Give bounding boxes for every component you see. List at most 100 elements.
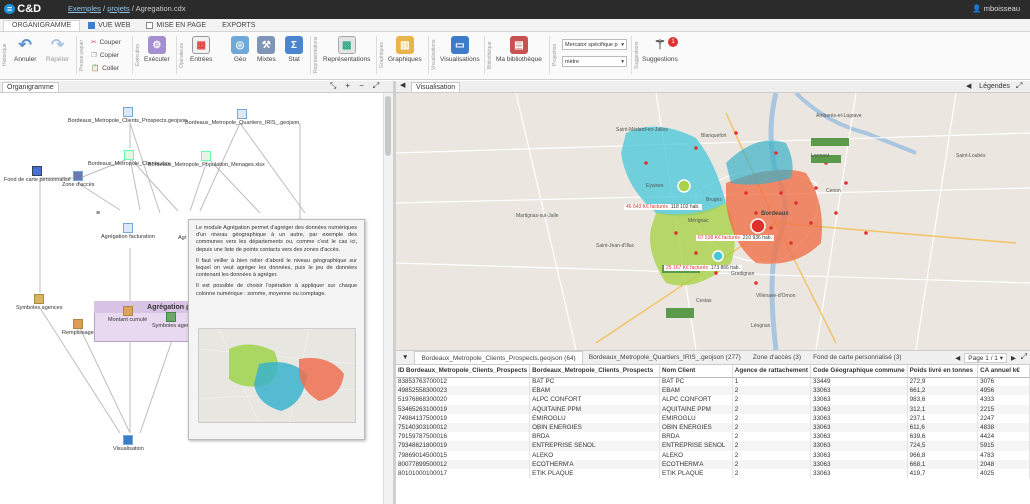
column-header[interactable]: CA annuel k€ [977,365,1030,378]
mise-en-page-checkbox[interactable] [146,22,154,29]
symbols-icon [34,294,45,304]
group-label-graphiques: Graphiques [379,42,385,68]
app-logo[interactable]: ≡ C&D [4,2,41,16]
column-header[interactable]: ID Bordeaux_Metropole_Clients_Prospects [396,365,531,378]
group-label-projection: Projection [552,43,558,67]
table-row[interactable]: 51976868300020 ALPC CONFORT ALPC CONFORT 2 3… [396,395,1030,405]
stat-button[interactable]: Σ Stat [285,36,303,63]
node-iris[interactable]: Bordeaux_Metropole_Quartiers_IRIS_.geojs… [185,109,299,126]
node-population[interactable]: Bordeaux_Metropole_Population_Menages.xl… [148,151,265,168]
representations-button[interactable]: ▩ Représentations [323,36,370,63]
legend-toggle[interactable]: ◀ Légendes [966,82,1010,90]
node-fond[interactable]: Fond de carte personnalisé [4,166,71,183]
table-row[interactable]: 79869014500015 ALEKO ALEKO 2 33063 966,8 4783 [396,450,1030,460]
table-row[interactable]: 80077899500012 ECOTHERM'A ECOTHERM'A 2 33063… [396,459,1030,469]
tab-fond-carte[interactable]: Fond de carte personnalisé (3) [807,351,908,364]
place-label: Mérignac [688,218,709,224]
node-remplissage[interactable]: Remplissage [62,319,94,336]
table-row[interactable]: 79348621800019 ENTREPRISE SENOL ENTREPRISE… [396,441,1030,451]
visualisation-tab[interactable]: Visualisation [411,82,461,92]
repeter-button[interactable]: ↷ Répéter [46,36,69,63]
map-view[interactable]: 46 543 K€ facturés 118 102 hab. 67 538 K… [396,93,1030,350]
table-cell: 80077899500012 [396,459,531,469]
node-zone[interactable]: Zone d'accès [62,171,95,188]
tab-organigramme[interactable]: ORGANIGRAMME [3,20,81,31]
fit-view-icon[interactable]: ⤡ [330,81,336,91]
page-select[interactable]: Page 1 / 1 ▾ [964,353,1007,363]
node-montant[interactable]: Montant cumulé [108,306,147,323]
coller-button[interactable]: 📋 Coller [91,64,119,73]
tab-mise-en-page[interactable]: MISE EN PAGE [138,21,214,31]
tab-prospects[interactable]: Bordeaux_Metropole_Clients_Prospects.geo… [414,351,583,364]
table-header-row: ID Bordeaux_Metropole_Clients_Prospects B… [396,365,1030,378]
tab-zone-acces[interactable]: Zone d'accès (3) [747,351,807,364]
fill-icon [72,319,83,329]
copier-button[interactable]: ❐ Copier [91,51,119,60]
vue-web-checkbox[interactable] [88,22,96,29]
table-cell: 237,1 [907,413,979,423]
expand-icon[interactable]: ⤢ [1021,352,1027,362]
couper-button[interactable]: ✂ Couper [91,38,121,47]
visualisations-button[interactable]: ▭ Visualisations [440,36,480,63]
table-row[interactable]: 75140303100012 OBIN ENERGIES OBIN ENERGIES… [396,422,1030,433]
geo-button[interactable]: ◎ Géo [231,36,249,63]
table-row[interactable]: 49852558300023 EBAM EBAM 2 33063 661,2 4956 [396,386,1030,396]
table-row[interactable]: 79159787500016 BRDA BRDA 2 33063 639,6 4424 [396,432,1030,442]
table-cell: 2 [732,432,811,442]
executer-button[interactable]: ⚙ Exécuter [144,36,170,63]
column-header[interactable]: Code Géographique commune [810,365,908,378]
table-cell: ENTREPRISE SENOL [529,441,661,451]
node-agg-facturation[interactable]: Agrégation facturation [101,223,155,240]
breadcrumb-projets[interactable]: projets [107,4,130,13]
entrees-button[interactable]: ▦ Entrées [190,36,212,63]
user-menu[interactable]: 👤 mboisseau [972,4,1020,13]
prev-page-icon[interactable]: ◀ [955,354,960,362]
place-label: Martignas-sur-Jalle [516,213,559,219]
column-header[interactable]: Poids livré en tonnes [907,365,979,378]
separator [76,36,77,74]
table-cell: 2 [732,386,811,396]
table-row[interactable]: 74984137500019 EMIROGLU EMIROGLU 2 33063 237,… [396,413,1030,423]
map-label: 46 543 K€ facturés 118 102 hab. [624,204,702,210]
expand-icon[interactable]: ⤢ [373,81,379,91]
table: ID Bordeaux_Metropole_Clients_Prospects B… [396,365,1030,479]
node-prospects[interactable]: Bordeaux_Metropole_Clients_Prospects.geo… [68,107,187,124]
column-header[interactable]: Agence de rattachement [732,365,811,378]
collapse-left-icon[interactable]: ◀ [400,81,405,89]
table-cell: 33063 [810,432,908,442]
table-row[interactable]: 53465263100019 AQUITAINE PPM AQUITAINE PPM… [396,404,1030,414]
zoom-in-icon[interactable]: + [345,81,350,91]
chevron-left-icon: ◀ [966,83,972,90]
breadcrumb-exemples[interactable]: Exemples [68,4,101,13]
next-page-icon[interactable]: ▶ [1011,354,1016,362]
table-cell: BAT PC [659,377,733,387]
bibliotheque-button[interactable]: ▤ Ma bibliothèque [496,36,542,63]
table-row[interactable]: 83853763700012 BAT PC BAT PC 1 33449 272,9 307… [396,377,1030,387]
tab-vue-web[interactable]: VUE WEB [80,21,138,31]
node-symboles2[interactable]: Symboles agen [152,312,190,329]
annuler-button[interactable]: ↶ Annuler [14,36,36,63]
node-visualisation[interactable]: Visualisation [113,435,144,452]
unit-select[interactable]: mètre ▾ [562,56,627,67]
table-cell: BRDA [659,432,733,442]
graphiques-button[interactable]: ▥ Graphiques [388,36,422,63]
zoom-out-icon[interactable]: − [359,81,364,91]
node-agg-other[interactable]: Agr [178,235,187,241]
data-table[interactable]: ID Bordeaux_Metropole_Clients_Prospects B… [396,365,1030,504]
table-cell: ECOTHERM'A [659,459,733,469]
node-symboles[interactable]: Symboles agences [16,294,62,311]
tab-exports[interactable]: EXPORTS [214,21,263,31]
column-header[interactable]: Nom Client [659,365,733,378]
tab-iris[interactable]: Bordeaux_Metropole_Quartiers_IRIS_.geojs… [583,351,747,364]
expand-icon[interactable]: ⤢ [1016,81,1022,91]
table-cell: 33449 [810,377,908,387]
organigramme-tab[interactable]: Organigramme [2,82,59,92]
projection-select[interactable]: Mercator spécifique p ▾ [562,39,627,50]
scrollbar-thumb[interactable] [385,96,391,156]
table-row[interactable]: 80101000100017 ETIK PLAQUE ETIK PLAQUE 2 330… [396,468,1030,479]
collapse-table-icon[interactable]: ▼ [396,354,414,361]
column-header[interactable]: Bordeaux_Metropole_Clients_Prospects [529,365,661,378]
table-cell: 966,8 [907,450,979,460]
mixtes-button[interactable]: ⚒ Mixtes [257,36,276,63]
menu-icon[interactable]: ≡ [96,210,100,217]
